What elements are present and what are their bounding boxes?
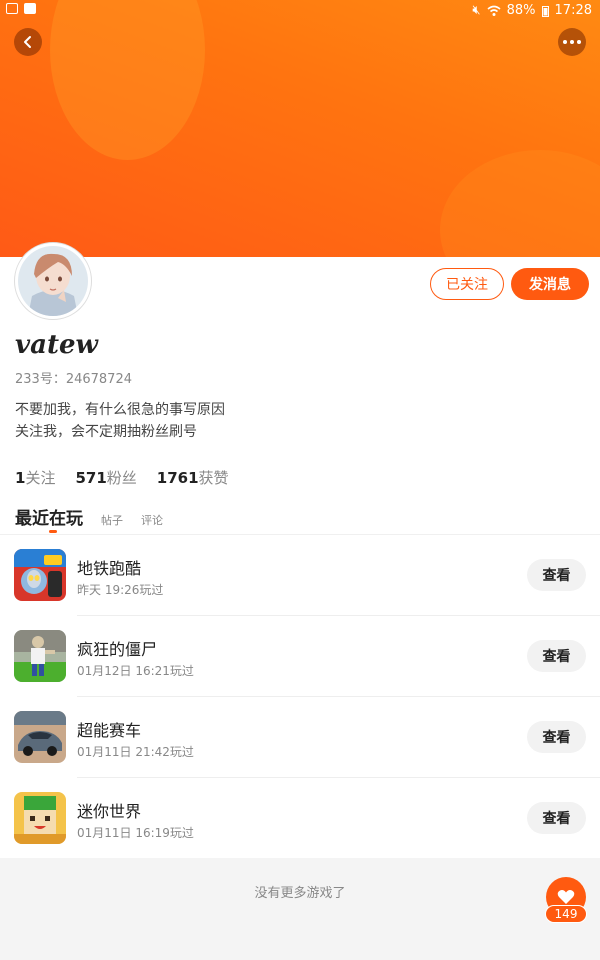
likes-label: 获赞 — [198, 469, 229, 487]
view-game-button[interactable]: 查看 — [527, 802, 586, 834]
view-game-button[interactable]: 查看 — [527, 640, 586, 672]
profile-tabs: 最近在玩 帖子 评论 — [15, 504, 163, 533]
like-count: 149 — [545, 905, 587, 923]
profile-banner — [0, 0, 600, 257]
bio: 不要加我，有什么很急的事写原因 关注我，会不定期抽粉丝刷号 — [15, 399, 225, 443]
heart-icon — [557, 890, 575, 904]
profile-stats: 1关注 571粉丝 1761获赞 — [15, 467, 229, 488]
game-played-time: 01月12日 16:21玩过 — [77, 664, 194, 678]
followers-count: 571 — [75, 469, 107, 487]
no-more-games-text: 没有更多游戏了 — [254, 886, 346, 901]
mute-icon: 🔇︎ — [472, 3, 481, 18]
likes-stat: 1761获赞 — [157, 467, 229, 488]
back-button[interactable] — [14, 28, 42, 56]
more-options-button[interactable] — [558, 28, 586, 56]
game-list-item[interactable]: 迷你世界 01月11日 16:19玩过 查看 — [0, 778, 600, 859]
view-game-button[interactable]: 查看 — [527, 559, 586, 591]
tab-comments[interactable]: 评论 — [141, 512, 163, 528]
crazy-zombie-icon — [14, 630, 66, 682]
clock: 17:28 — [554, 3, 592, 18]
game-list-item[interactable]: 地铁跑酷 昨天 19:26玩过 查看 — [0, 535, 600, 616]
list-footer: 没有更多游戏了 — [0, 858, 600, 960]
subway-surfers-icon — [14, 549, 66, 601]
chevron-left-icon — [24, 36, 31, 48]
game-played-time: 01月11日 21:42玩过 — [77, 745, 194, 759]
tab-posts[interactable]: 帖子 — [101, 512, 123, 528]
wifi-icon — [487, 5, 501, 16]
banner-decoration — [50, 0, 205, 160]
more-dots-icon — [563, 40, 581, 44]
bio-line: 不要加我，有什么很急的事写原因 — [15, 402, 225, 418]
following-count: 1 — [15, 469, 26, 487]
mini-world-icon — [14, 792, 66, 844]
following-label: 关注 — [25, 469, 56, 487]
game-name: 迷你世界 — [77, 802, 142, 821]
super-racing-icon — [14, 711, 66, 763]
game-list-item[interactable]: 超能赛车 01月11日 21:42玩过 查看 — [0, 697, 600, 778]
battery-icon — [541, 5, 549, 17]
like-button[interactable]: 149 — [545, 877, 587, 923]
username: vatew — [15, 330, 98, 360]
game-played-time: 01月11日 16:19玩过 — [77, 826, 194, 840]
avatar[interactable] — [15, 243, 91, 319]
followers-label: 粉丝 — [106, 469, 137, 487]
gallery-notification-icon — [6, 3, 18, 14]
game-name: 疯狂的僵尸 — [77, 640, 158, 659]
active-tab-indicator — [49, 530, 57, 533]
tab-recently-played-label: 最近在玩 — [15, 509, 83, 529]
followers-stat[interactable]: 571粉丝 — [75, 467, 136, 488]
bio-line: 关注我，会不定期抽粉丝刷号 — [15, 424, 197, 440]
game-name: 地铁跑酷 — [77, 559, 142, 578]
view-game-button[interactable]: 查看 — [527, 721, 586, 753]
game-name: 超能赛车 — [77, 721, 142, 740]
banner-decoration — [440, 150, 600, 257]
likes-count: 1761 — [156, 469, 199, 487]
game-played-time: 昨天 19:26玩过 — [77, 583, 164, 597]
game-list-item[interactable]: 疯狂的僵尸 01月12日 16:21玩过 查看 — [0, 616, 600, 697]
following-stat[interactable]: 1关注 — [15, 467, 55, 488]
anime-avatar-image — [18, 246, 88, 316]
status-bar: 🔇︎ 88% 17:28 — [0, 0, 600, 22]
battery-level: 88% — [506, 3, 536, 18]
tab-recently-played[interactable]: 最近在玩 — [15, 504, 83, 533]
store-notification-icon — [24, 3, 36, 14]
send-message-button[interactable]: 发消息 — [511, 268, 589, 300]
followed-button[interactable]: 已关注 — [430, 268, 504, 300]
user-id: 233号：24678724 — [15, 372, 132, 387]
